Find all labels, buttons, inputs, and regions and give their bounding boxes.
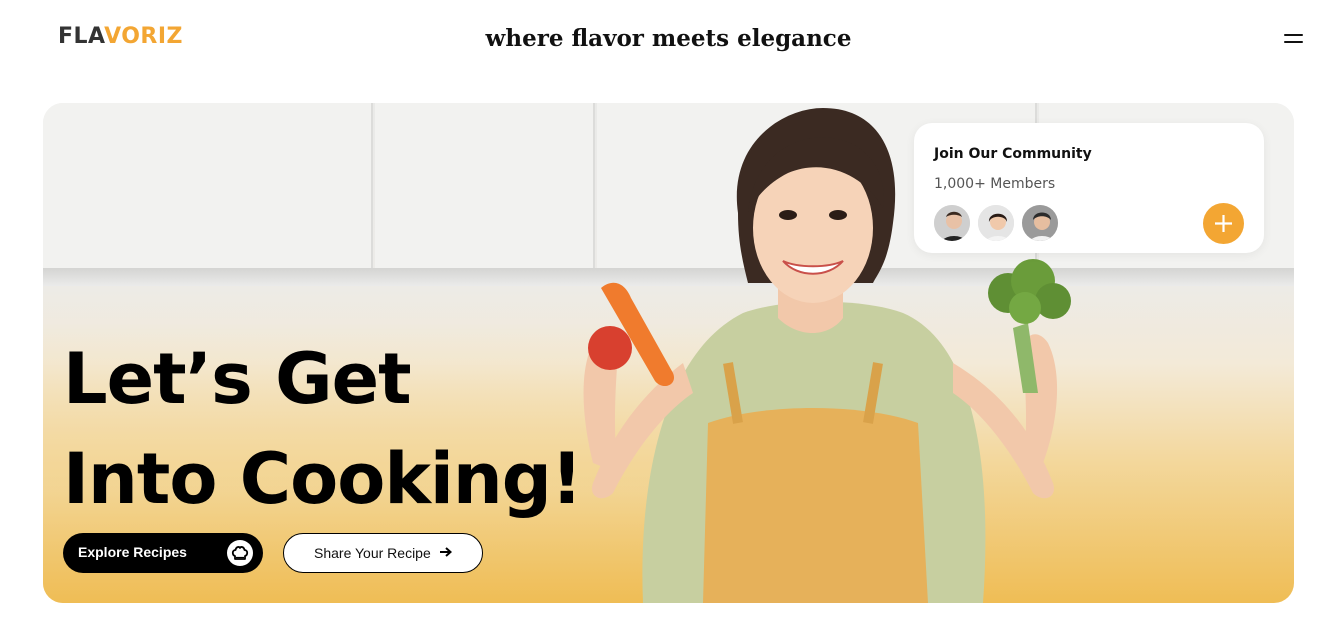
hero-banner: Let’s Get Into Cooking! Explore Recipes … — [43, 103, 1294, 603]
plus-icon — [1215, 215, 1232, 232]
share-your-recipe-button[interactable]: Share Your Recipe — [283, 533, 483, 573]
join-community-card: Join Our Community 1,000+ Members — [914, 123, 1264, 253]
member-avatar — [976, 203, 1016, 243]
hamburger-menu-icon[interactable] — [1281, 31, 1307, 47]
explore-recipes-button[interactable]: Explore Recipes — [63, 533, 263, 573]
site-tagline: where flavor meets elegance — [485, 25, 852, 52]
arrow-right-icon — [439, 545, 453, 559]
kitchen-cabinet-panel — [43, 103, 373, 268]
member-count: 1,000+ Members — [934, 176, 1056, 192]
hero-headline: Let’s Get Into Cooking! — [63, 338, 583, 520]
member-avatar — [1020, 203, 1060, 243]
chef-hat-icon — [227, 540, 253, 566]
top-navigation-bar: FLAVORIZ where flavor meets elegance — [0, 0, 1337, 80]
member-avatar — [932, 203, 972, 243]
community-title: Join Our Community — [934, 146, 1092, 162]
join-community-plus-button[interactable] — [1203, 203, 1244, 244]
